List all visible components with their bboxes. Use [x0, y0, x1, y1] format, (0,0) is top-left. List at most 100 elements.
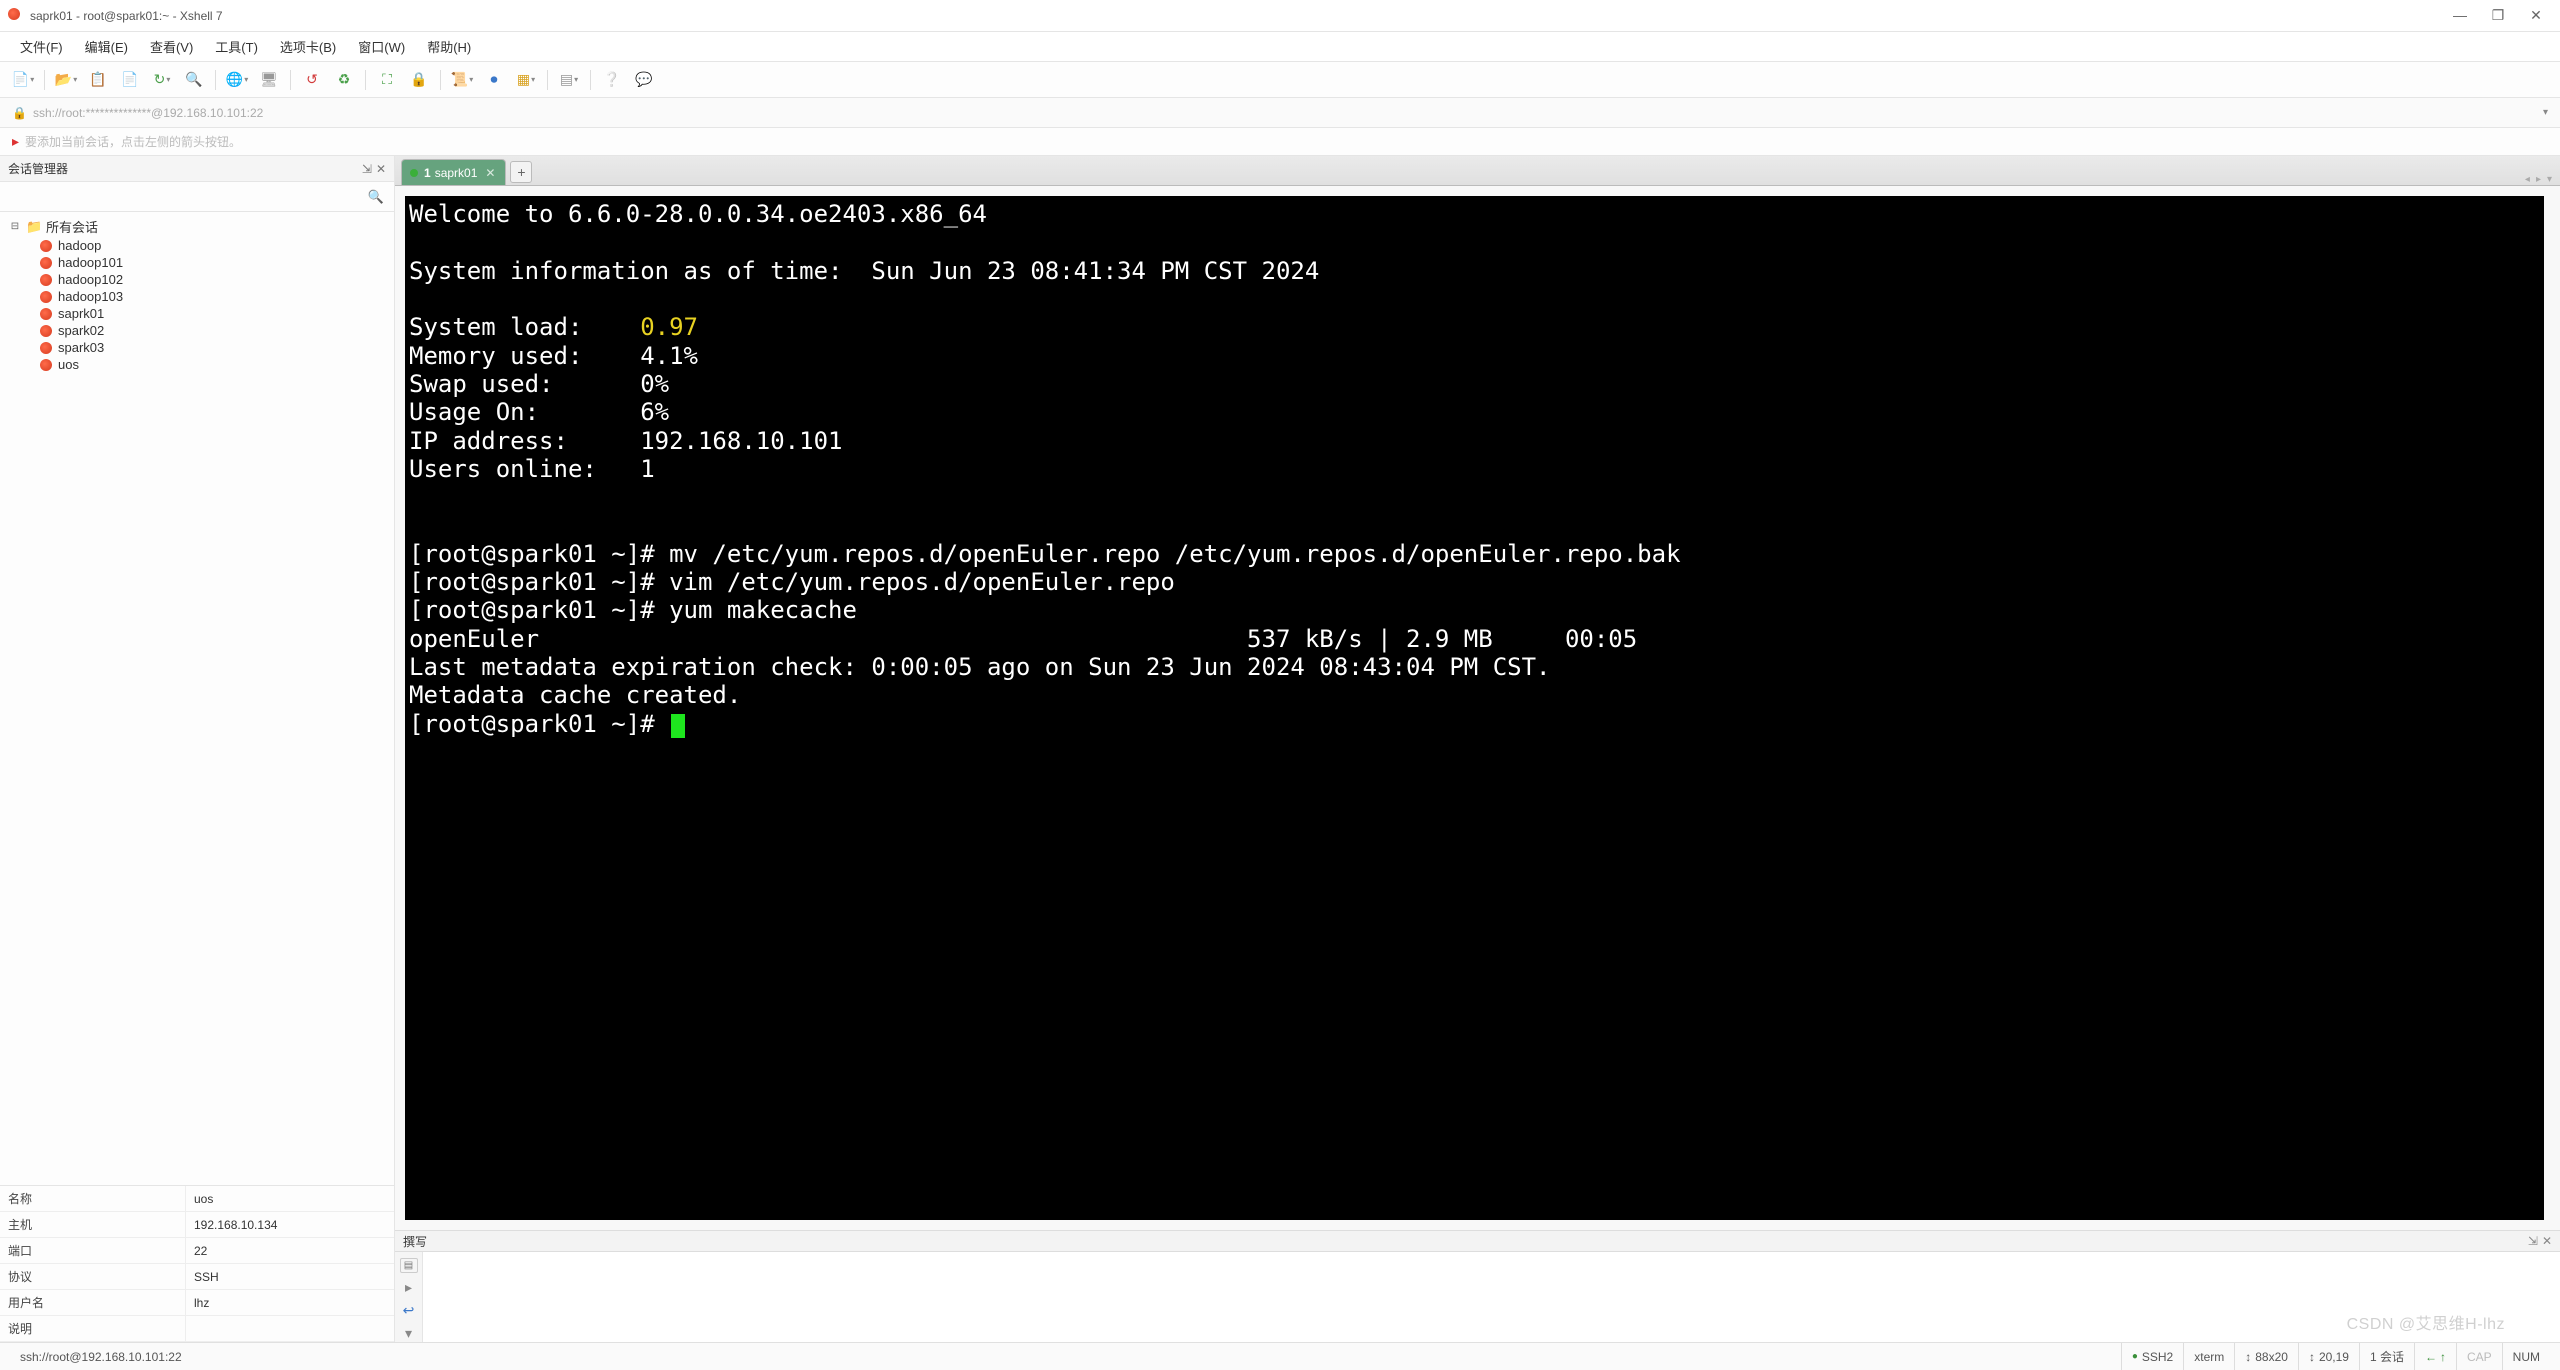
address-dropdown-icon[interactable]: ▾	[2543, 107, 2548, 118]
compose-more-icon[interactable]: ▾	[405, 1325, 412, 1342]
record-button[interactable]: ⏺	[481, 67, 507, 93]
session-icon	[40, 359, 52, 371]
fullscreen-button[interactable]: ⛶	[374, 67, 400, 93]
status-size: ↕88x20	[2234, 1343, 2298, 1370]
session-item-saprk01[interactable]: saprk01	[6, 305, 388, 322]
compose-gutter: ▤ ▸ ↩ ▾	[395, 1252, 423, 1342]
search-button[interactable]: 🔍	[181, 67, 207, 93]
tabs-list-icon[interactable]: ▾	[2547, 174, 2552, 185]
prop-value-host: 192.168.10.134	[186, 1212, 394, 1237]
tabs-prev-icon[interactable]: ◂	[2525, 174, 2530, 185]
menu-edit[interactable]: 编辑(E)	[79, 35, 134, 58]
session-search-input[interactable]	[0, 186, 358, 208]
menu-help[interactable]: 帮助(H)	[421, 35, 477, 58]
lock-button[interactable]: 🔒	[406, 67, 432, 93]
compose-toggle-icon[interactable]: ▤	[400, 1258, 418, 1273]
menu-tools[interactable]: 工具(T)	[209, 35, 264, 58]
session-label: hadoop	[58, 238, 101, 253]
panel-close-icon[interactable]: ✕	[376, 162, 386, 176]
status-caps: CAP	[2456, 1343, 2502, 1370]
address-bar[interactable]: 🔒 ssh://root:**************@192.168.10.1…	[0, 98, 2560, 128]
menu-tabs[interactable]: 选项卡(B)	[274, 35, 342, 58]
globe-button[interactable]: 🌐	[224, 67, 250, 93]
session-manager-panel: 会话管理器 ⇲ ✕ 🔍 ⊟ 📁 所有会话 hadoop hadoop101	[0, 156, 395, 1342]
compose-next-icon[interactable]: ▸	[405, 1279, 412, 1296]
tabs-next-icon[interactable]: ▸	[2536, 174, 2541, 185]
compose-history-icon[interactable]: ↩	[403, 1302, 415, 1319]
connect-button[interactable]: ↻	[149, 67, 175, 93]
status-term: xterm	[2183, 1343, 2234, 1370]
session-item-uos[interactable]: uos	[6, 356, 388, 373]
session-item-spark03[interactable]: spark03	[6, 339, 388, 356]
session-label: spark03	[58, 340, 104, 355]
prop-label: 说明	[0, 1316, 186, 1341]
status-rec: ←↑	[2414, 1343, 2456, 1370]
connected-icon: ●	[2132, 1351, 2138, 1362]
panel-pin-icon[interactable]: ⇲	[362, 162, 372, 176]
prop-label: 名称	[0, 1186, 186, 1211]
recycle-button[interactable]: ♻	[331, 67, 357, 93]
session-icon	[40, 274, 52, 286]
term-line: Swap used: 0%	[409, 370, 669, 398]
session-item-spark02[interactable]: spark02	[6, 322, 388, 339]
session-item-hadoop101[interactable]: hadoop101	[6, 254, 388, 271]
compose-close-icon[interactable]: ✕	[2542, 1234, 2552, 1248]
collapse-icon[interactable]: ⊟	[10, 221, 20, 232]
session-icon	[40, 325, 52, 337]
session-label: spark02	[58, 323, 104, 338]
session-item-hadoop[interactable]: hadoop	[6, 237, 388, 254]
session-icon	[40, 342, 52, 354]
new-session-button[interactable]: 📄	[10, 67, 36, 93]
search-icon[interactable]: 🔍	[358, 189, 394, 205]
term-line: [root@spark01 ~]# mv /etc/yum.repos.d/op…	[409, 540, 1681, 568]
tab-add-button[interactable]: +	[510, 161, 532, 183]
session-icon	[40, 240, 52, 252]
prop-label: 端口	[0, 1238, 186, 1263]
lock-icon: 🔒	[12, 106, 27, 120]
menu-file[interactable]: 文件(F)	[14, 35, 69, 58]
session-icon	[40, 308, 52, 320]
term-line: openEuler 537 kB/s | 2.9 MB 00:05	[409, 625, 1637, 653]
open-session-button[interactable]: 📂	[53, 67, 79, 93]
session-manager-header: 会话管理器 ⇲ ✕	[0, 156, 394, 182]
compose-pin-icon[interactable]: ⇲	[2528, 1234, 2538, 1248]
compose-input[interactable]	[423, 1252, 2560, 1342]
session-label: hadoop103	[58, 289, 123, 304]
session-label: saprk01	[58, 306, 104, 321]
menu-window[interactable]: 窗口(W)	[352, 35, 411, 58]
layout-button[interactable]: ▦	[513, 67, 539, 93]
session-item-hadoop102[interactable]: hadoop102	[6, 271, 388, 288]
session-search[interactable]: 🔍	[0, 182, 394, 212]
session-manager-title: 会话管理器	[8, 160, 68, 177]
desktop-button[interactable]: 🖥	[256, 67, 282, 93]
tab-saprk01[interactable]: 1 saprk01 ✕	[401, 159, 506, 185]
session-item-hadoop103[interactable]: hadoop103	[6, 288, 388, 305]
status-pos: ↕20,19	[2298, 1343, 2359, 1370]
flag-icon[interactable]: ▸	[12, 133, 19, 150]
about-button[interactable]: 💬	[631, 67, 657, 93]
close-button[interactable]: ✕	[2526, 7, 2546, 24]
paste-button[interactable]: 📄	[117, 67, 143, 93]
hint-bar: ▸ 要添加当前会话，点击左侧的箭头按钮。	[0, 128, 2560, 156]
script-button[interactable]: 📜	[449, 67, 475, 93]
status-sessions: 1 会话	[2359, 1343, 2414, 1370]
terminal[interactable]: Welcome to 6.6.0-28.0.0.34.oe2403.x86_64…	[405, 196, 2544, 1220]
colorset-button[interactable]: ▤	[556, 67, 582, 93]
menu-view[interactable]: 查看(V)	[144, 35, 199, 58]
term-line: System load:	[409, 313, 640, 341]
term-line: [root@spark01 ~]# vim /etc/yum.repos.d/o…	[409, 568, 1175, 596]
help-button[interactable]: ❔	[599, 67, 625, 93]
tree-root[interactable]: ⊟ 📁 所有会话	[6, 216, 388, 237]
term-line: Memory used: 4.1%	[409, 342, 698, 370]
session-tree: ⊟ 📁 所有会话 hadoop hadoop101 hadoop102 hado…	[0, 212, 394, 1185]
main-row: 会话管理器 ⇲ ✕ 🔍 ⊟ 📁 所有会话 hadoop hadoop101	[0, 156, 2560, 1342]
toolbar: 📄 📂 📋 📄 ↻ 🔍 🌐 🖥 ↺ ♻ ⛶ 🔒 📜 ⏺ ▦ ▤ ❔ 💬	[0, 62, 2560, 98]
reconnect-button[interactable]: ↺	[299, 67, 325, 93]
minimize-button[interactable]: —	[2450, 7, 2470, 24]
status-bar: ssh://root@192.168.10.101:22 ●SSH2 xterm…	[0, 1342, 2560, 1370]
copy-button[interactable]: 📋	[85, 67, 111, 93]
maximize-button[interactable]: ❐	[2488, 7, 2508, 24]
tab-close-icon[interactable]: ✕	[485, 166, 495, 180]
compose-title: 撰写	[403, 1233, 427, 1250]
term-line: Last metadata expiration check: 0:00:05 …	[409, 653, 1551, 681]
